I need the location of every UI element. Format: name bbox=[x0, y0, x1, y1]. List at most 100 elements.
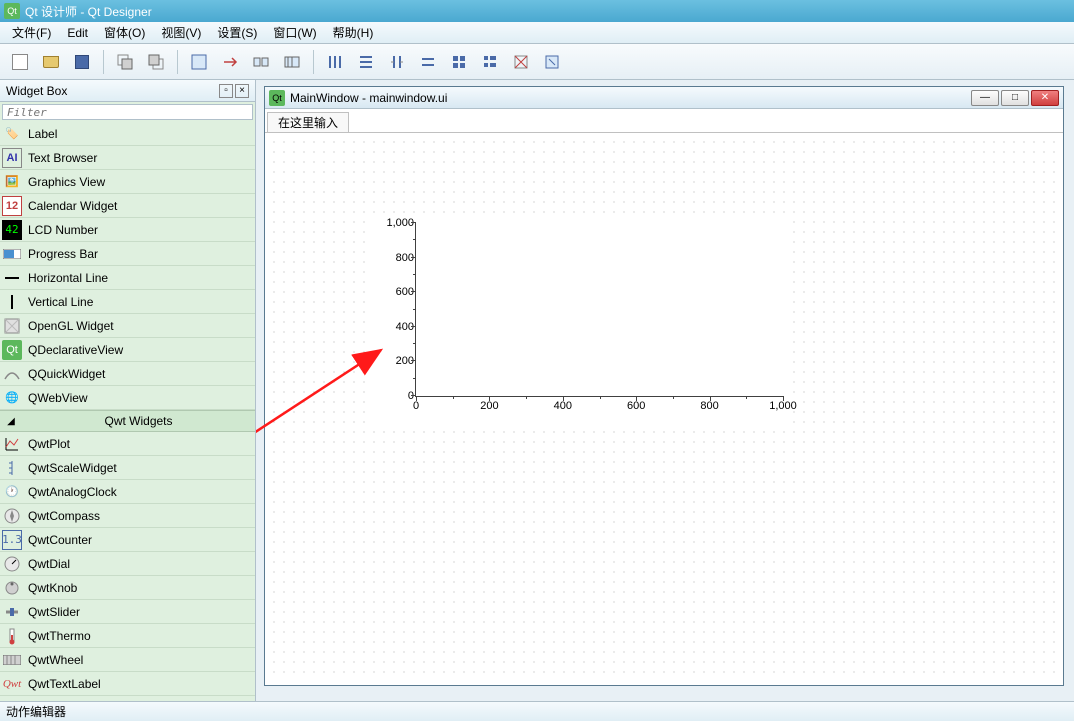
widget-item-qwtwheel[interactable]: QwtWheel bbox=[0, 648, 255, 672]
widget-item-qwtknob[interactable]: QwtKnob bbox=[0, 576, 255, 600]
form-body[interactable]: 在这里输入 0 200 400 600 bbox=[265, 109, 1063, 685]
widget-item-qdeclarative[interactable]: QtQDeclarativeView bbox=[0, 338, 255, 362]
widget-item-vline[interactable]: Vertical Line bbox=[0, 290, 255, 314]
type-here-hint[interactable]: 在这里输入 bbox=[267, 112, 349, 132]
qwtplot-icon bbox=[2, 434, 22, 454]
layout-h-button[interactable] bbox=[321, 48, 349, 76]
menu-settings[interactable]: 设置(S) bbox=[209, 22, 265, 43]
layout-grid-icon bbox=[450, 53, 468, 71]
new-button[interactable] bbox=[6, 48, 34, 76]
qwtscale-icon bbox=[2, 458, 22, 478]
edit-widgets-button[interactable] bbox=[185, 48, 213, 76]
widget-item-qwtthermo[interactable]: QwtThermo bbox=[0, 624, 255, 648]
action-editor-panel[interactable]: 动作编辑器 bbox=[0, 701, 1074, 721]
app-title: Qt 设计师 - Qt Designer bbox=[25, 3, 152, 20]
widget-item-hline[interactable]: Horizontal Line bbox=[0, 266, 255, 290]
wheel-icon bbox=[2, 650, 22, 670]
layout-grid-button[interactable] bbox=[445, 48, 473, 76]
form-canvas[interactable]: 0 200 400 600 800 1,000 bbox=[269, 137, 1059, 681]
x-tick-label: 400 bbox=[554, 400, 572, 412]
widget-item-textbrowser[interactable]: AIText Browser bbox=[0, 146, 255, 170]
widget-group-qwt[interactable]: ◢Qwt Widgets bbox=[0, 410, 255, 432]
menu-help[interactable]: 帮助(H) bbox=[325, 22, 382, 43]
panel-float-button[interactable]: ▫ bbox=[219, 84, 233, 98]
widget-item-label[interactable]: 🏷️Label bbox=[0, 122, 255, 146]
widget-item-lcd[interactable]: 42LCD Number bbox=[0, 218, 255, 242]
layout-form-button[interactable] bbox=[476, 48, 504, 76]
edit-buddies-icon bbox=[252, 53, 270, 71]
adjust-size-icon bbox=[543, 53, 561, 71]
y-tick-label: 1,000 bbox=[386, 217, 414, 229]
adjust-size-button[interactable] bbox=[538, 48, 566, 76]
widget-item-progress[interactable]: Progress Bar bbox=[0, 242, 255, 266]
compass-icon bbox=[2, 506, 22, 526]
save-button[interactable] bbox=[68, 48, 96, 76]
toolbar bbox=[0, 44, 1074, 80]
layout-h-icon bbox=[326, 53, 344, 71]
app-titlebar: Qt Qt 设计师 - Qt Designer bbox=[0, 0, 1074, 22]
x-tick-label: 1,000 bbox=[769, 400, 797, 412]
graphicsview-icon: 🖼️ bbox=[2, 172, 22, 192]
widget-item-qweb[interactable]: 🌐QWebView bbox=[0, 386, 255, 410]
qwttext-icon: Qwt bbox=[2, 674, 22, 694]
maximize-button[interactable]: □ bbox=[1001, 90, 1029, 106]
menu-window[interactable]: 窗口(W) bbox=[265, 22, 324, 43]
edit-buddies-button[interactable] bbox=[247, 48, 275, 76]
hline-icon bbox=[2, 268, 22, 288]
save-icon bbox=[75, 55, 89, 69]
widget-filter-input[interactable] bbox=[2, 104, 253, 120]
widget-item-opengl[interactable]: OpenGL Widget bbox=[0, 314, 255, 338]
widget-item-qwtanalog[interactable]: 🕐QwtAnalogClock bbox=[0, 480, 255, 504]
widget-item-qquick[interactable]: QQuickWidget bbox=[0, 362, 255, 386]
dial-icon bbox=[2, 554, 22, 574]
qt-icon: Qt bbox=[2, 340, 22, 360]
layout-hsplit-button[interactable] bbox=[383, 48, 411, 76]
widget-item-qwttext[interactable]: QwtQwtTextLabel bbox=[0, 672, 255, 696]
menu-view[interactable]: 视图(V) bbox=[153, 22, 209, 43]
break-layout-icon bbox=[512, 53, 530, 71]
minimize-button[interactable]: — bbox=[971, 90, 999, 106]
edit-tabs-button[interactable] bbox=[278, 48, 306, 76]
layout-vsplit-button[interactable] bbox=[414, 48, 442, 76]
form-titlebar[interactable]: Qt MainWindow - mainwindow.ui — □ ✕ bbox=[265, 87, 1063, 109]
menu-file[interactable]: 文件(F) bbox=[4, 22, 59, 43]
panel-close-button[interactable]: × bbox=[235, 84, 249, 98]
design-surface: Qt MainWindow - mainwindow.ui — □ ✕ 在这里输… bbox=[256, 80, 1074, 701]
widget-item-qwtslider[interactable]: QwtSlider bbox=[0, 600, 255, 624]
widget-item-calendar[interactable]: 12Calendar Widget bbox=[0, 194, 255, 218]
widget-item-qwtcompass[interactable]: QwtCompass bbox=[0, 504, 255, 528]
close-button[interactable]: ✕ bbox=[1031, 90, 1059, 106]
widget-box-panel: Widget Box ▫ × 🏷️Label AIText Browser 🖼️… bbox=[0, 80, 256, 701]
open-icon bbox=[43, 56, 59, 68]
x-tick-label: 600 bbox=[627, 400, 645, 412]
layout-v-button[interactable] bbox=[352, 48, 380, 76]
bring-front-button[interactable] bbox=[142, 48, 170, 76]
widget-item-qwtcounter[interactable]: 1.3QwtCounter bbox=[0, 528, 255, 552]
menu-form[interactable]: 窗体(O) bbox=[96, 22, 153, 43]
calendar-icon: 12 bbox=[2, 196, 22, 216]
widget-item-qwtplot[interactable]: QwtPlot bbox=[0, 432, 255, 456]
collapse-icon: ◢ bbox=[0, 416, 22, 427]
action-editor-label: 动作编辑器 bbox=[6, 703, 66, 720]
menubar-placeholder[interactable]: 在这里输入 bbox=[265, 109, 1063, 133]
widget-item-qwtscale[interactable]: QwtScaleWidget bbox=[0, 456, 255, 480]
open-button[interactable] bbox=[37, 48, 65, 76]
edit-signals-button[interactable] bbox=[216, 48, 244, 76]
send-back-button[interactable] bbox=[111, 48, 139, 76]
textbrowser-icon: AI bbox=[2, 148, 22, 168]
layout-hsplit-icon bbox=[388, 53, 406, 71]
new-icon bbox=[12, 54, 28, 70]
form-window[interactable]: Qt MainWindow - mainwindow.ui — □ ✕ 在这里输… bbox=[264, 86, 1064, 686]
widget-filter bbox=[0, 102, 255, 122]
menu-edit[interactable]: Edit bbox=[59, 22, 96, 43]
clock-icon: 🕐 bbox=[2, 482, 22, 502]
widget-item-qwtdial[interactable]: QwtDial bbox=[0, 552, 255, 576]
menubar: 文件(F) Edit 窗体(O) 视图(V) 设置(S) 窗口(W) 帮助(H) bbox=[0, 22, 1074, 44]
toolbar-separator bbox=[103, 50, 104, 74]
x-tick-label: 0 bbox=[413, 400, 419, 412]
widget-list[interactable]: 🏷️Label AIText Browser 🖼️Graphics View 1… bbox=[0, 122, 255, 701]
qwtplot-widget[interactable]: 0 200 400 600 800 1,000 bbox=[369, 217, 789, 427]
send-back-icon bbox=[116, 53, 134, 71]
break-layout-button[interactable] bbox=[507, 48, 535, 76]
widget-item-graphicsview[interactable]: 🖼️Graphics View bbox=[0, 170, 255, 194]
